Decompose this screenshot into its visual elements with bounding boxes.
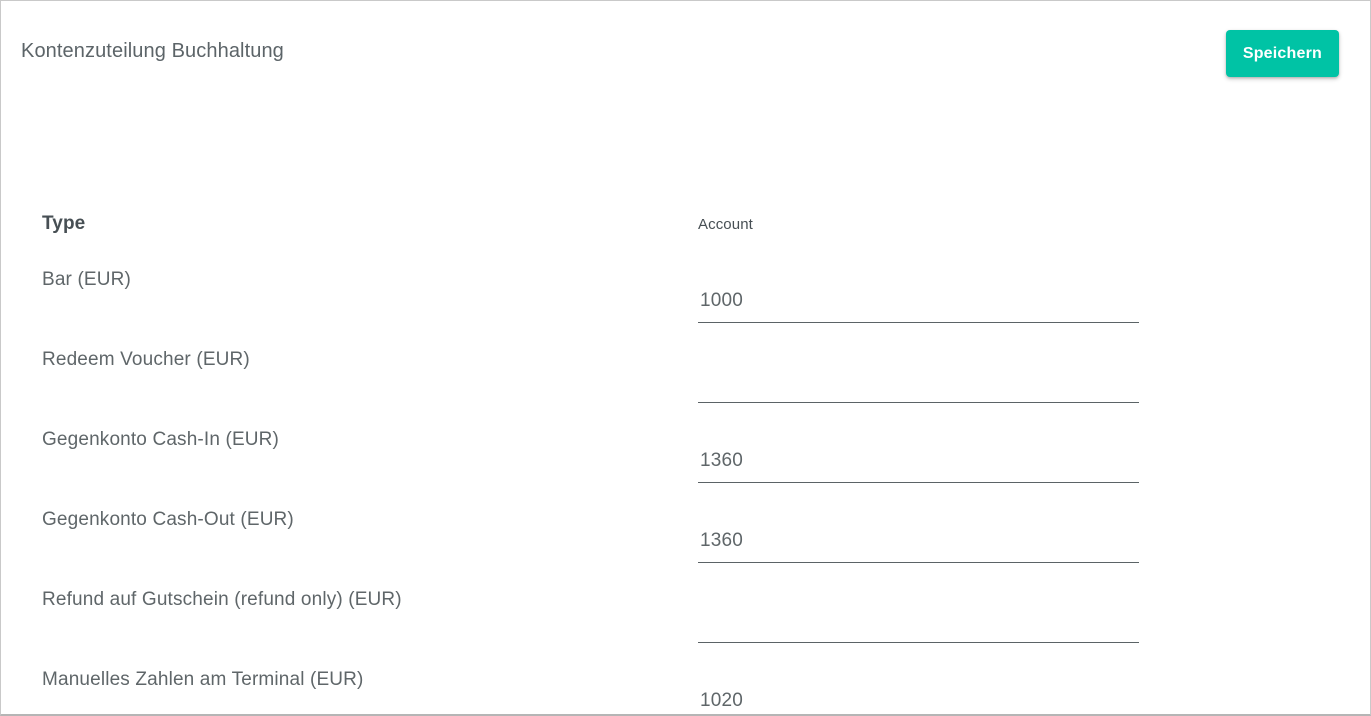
page-title: Kontenzuteilung Buchhaltung [21,40,284,62]
column-header-type: Type [42,213,86,234]
account-field-wrapper [698,685,1139,714]
account-field-wrapper [698,285,1139,323]
table-row: Redeem Voucher (EUR) [1,349,1370,429]
row-label-type: Manuelles Zahlen am Terminal (EUR) [42,669,364,690]
account-input[interactable] [698,285,1139,323]
account-input[interactable] [698,605,1139,643]
column-header-account: Account [698,216,753,233]
table-row: Gegenkonto Cash-Out (EUR) [1,509,1370,589]
account-input[interactable] [698,685,1139,714]
card-header: Kontenzuteilung Buchhaltung Speichern [1,1,1370,105]
row-label-type: Bar (EUR) [42,269,131,290]
row-label-type: Gegenkonto Cash-In (EUR) [42,429,279,450]
account-field-wrapper [698,525,1139,563]
account-field-wrapper [698,605,1139,643]
table-row: Refund auf Gutschein (refund only) (EUR) [1,589,1370,669]
account-input[interactable] [698,445,1139,483]
table-row: Manuelles Zahlen am Terminal (EUR) [1,669,1370,714]
account-field-wrapper [698,365,1139,403]
row-label-type: Gegenkonto Cash-Out (EUR) [42,509,294,530]
account-field-wrapper [698,445,1139,483]
save-button[interactable]: Speichern [1225,30,1339,77]
table-row: Bar (EUR) [1,269,1370,349]
account-input[interactable] [698,525,1139,563]
table-row: Gegenkonto Cash-In (EUR) [1,429,1370,509]
row-label-type: Redeem Voucher (EUR) [42,349,250,370]
kontenzuteilung-card: Kontenzuteilung Buchhaltung Speichern Ty… [0,0,1371,716]
account-input[interactable] [698,365,1139,403]
row-label-type: Refund auf Gutschein (refund only) (EUR) [42,589,402,610]
